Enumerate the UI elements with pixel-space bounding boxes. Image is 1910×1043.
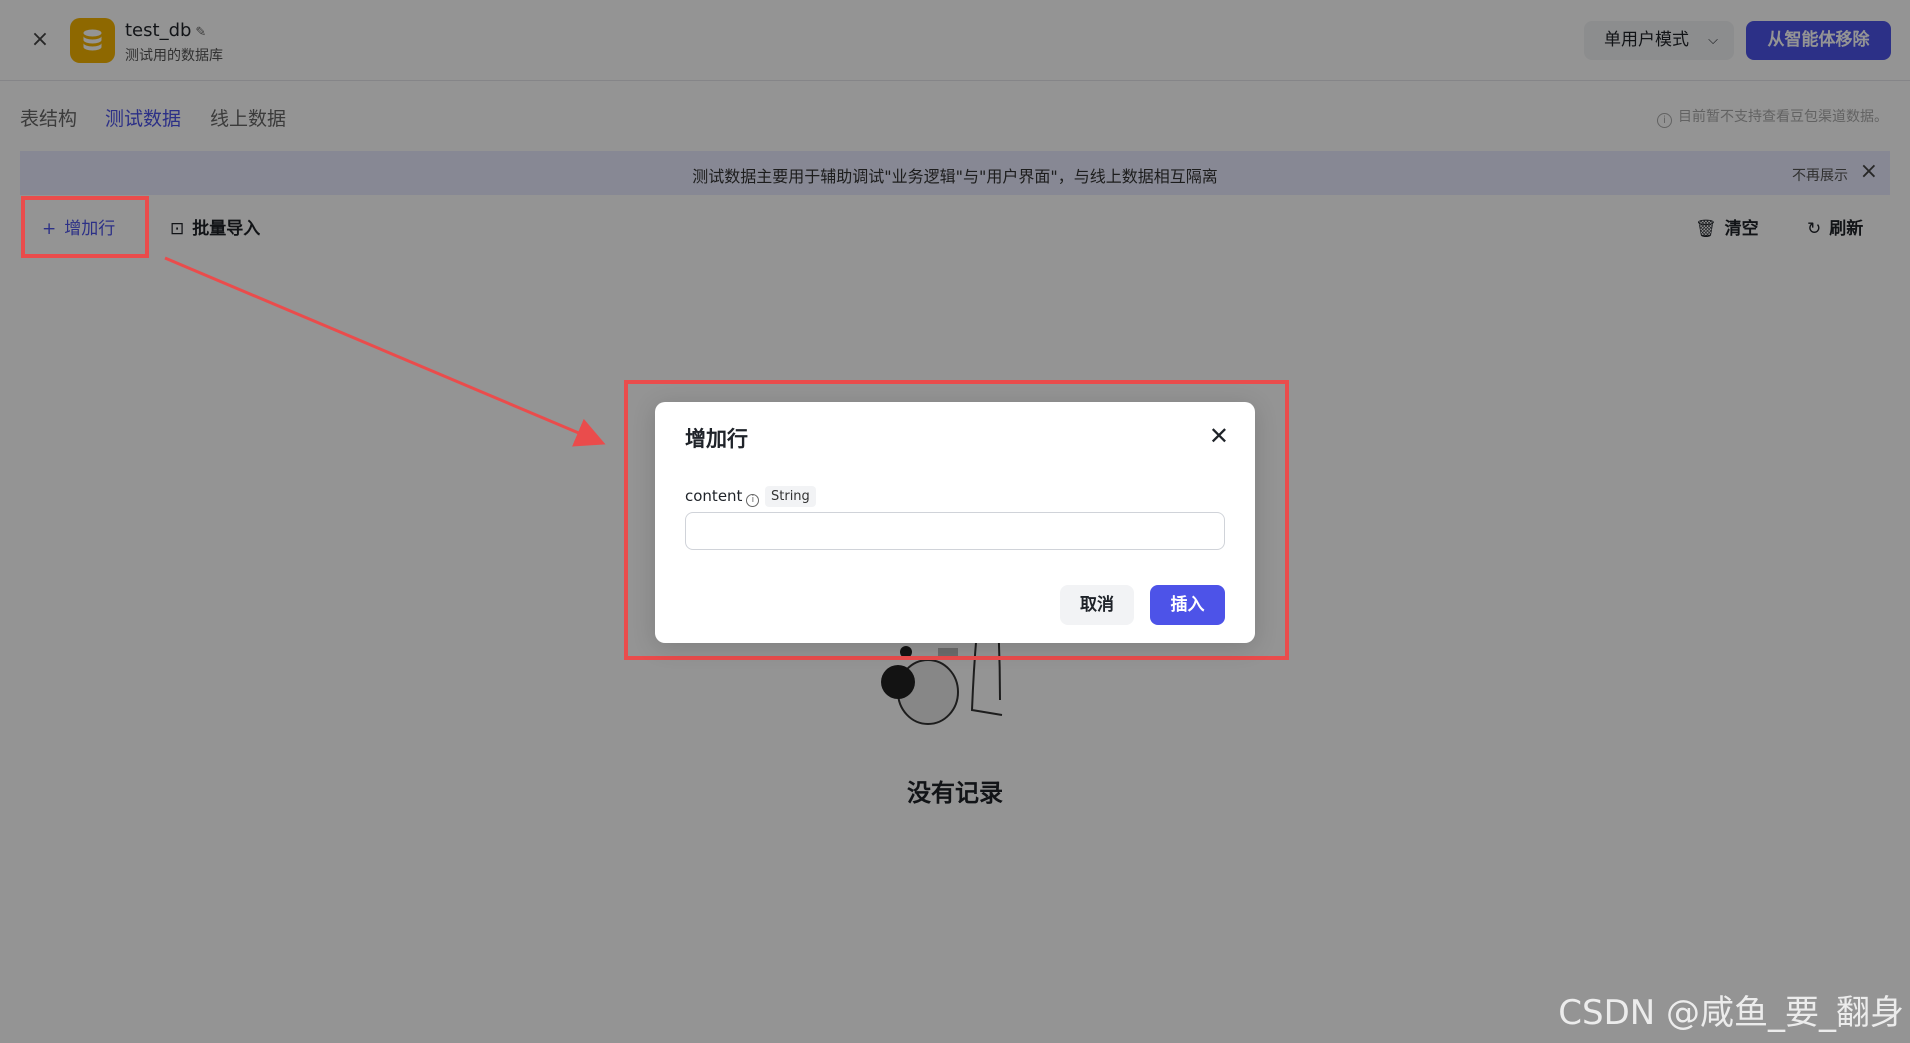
- watermark: CSDN @咸鱼_要_翻身: [1558, 993, 1904, 1033]
- field-type-badge: String: [765, 486, 816, 507]
- cancel-button[interactable]: 取消: [1060, 585, 1134, 625]
- field-name: content: [685, 487, 743, 505]
- info-icon[interactable]: i: [746, 494, 760, 507]
- close-icon[interactable]: ✕: [1209, 422, 1229, 450]
- dialog-title: 增加行: [685, 427, 748, 451]
- add-row-dialog: 增加行 ✕ content i String 取消 插入: [655, 402, 1255, 643]
- insert-button[interactable]: 插入: [1150, 585, 1225, 625]
- content-input[interactable]: [685, 512, 1225, 550]
- field-label: content i: [685, 487, 760, 507]
